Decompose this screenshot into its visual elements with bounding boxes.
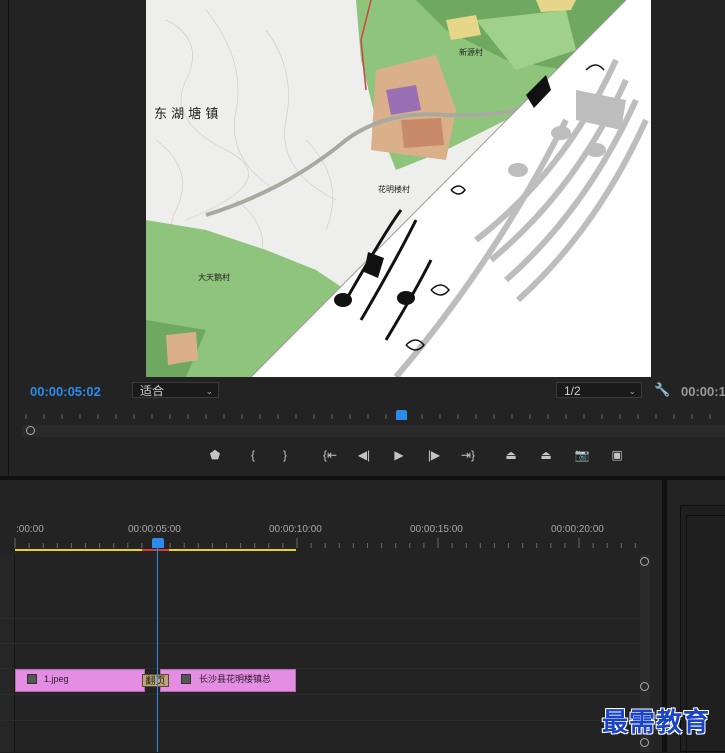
track-separator: [0, 643, 640, 644]
go-to-out-icon[interactable]: ⇥}: [457, 446, 479, 464]
image-clip-icon: [181, 674, 191, 684]
timeline-ruler[interactable]: [14, 538, 640, 554]
time-label: 00:00:20:00: [551, 524, 604, 535]
chevron-down-icon: ⌄: [628, 386, 636, 396]
scroll-handle-extra[interactable]: [640, 738, 649, 747]
duration-timecode: 00:00:1: [681, 384, 725, 399]
chevron-down-icon: ⌄: [205, 386, 213, 396]
export-frame-icon[interactable]: 📷: [571, 446, 593, 464]
render-bar-transition: [142, 549, 169, 551]
preview-village-label: 新源村: [459, 47, 483, 57]
add-marker-icon[interactable]: ⬟: [204, 446, 226, 464]
preview-frame-image: 东 湖 塘 镇 新源村 花明楼村 大天鹅村: [146, 0, 651, 377]
clip-label: 长沙县花明楼镇总: [199, 674, 272, 684]
monitor-scrub-bar[interactable]: [22, 425, 725, 437]
program-preview[interactable]: 东 湖 塘 镇 新源村 花明楼村 大天鹅村: [146, 0, 651, 377]
page-turn-transition[interactable]: 翻页: [142, 674, 169, 687]
playhead-timecode[interactable]: 00:00:05:02: [30, 384, 101, 399]
scroll-handle-bottom[interactable]: [640, 682, 649, 691]
zoom-scroll-handle[interactable]: [26, 426, 35, 435]
clip-label: 1.jpeg: [44, 674, 69, 684]
time-label: 00:00:05:00: [128, 524, 181, 535]
step-back-icon[interactable]: ◀|: [353, 446, 375, 464]
timeline-panel: [0, 480, 662, 752]
resolution-value: 1/2: [564, 384, 581, 398]
track-separator: [0, 720, 640, 721]
watermark-logo: 最需教育: [602, 708, 711, 738]
play-icon[interactable]: ▶: [388, 446, 410, 464]
preview-town-label: 东 湖 塘 镇: [154, 106, 218, 122]
mark-in-icon[interactable]: {: [242, 446, 264, 464]
track-header-column: [0, 555, 15, 752]
zoom-fit-value: 适合: [140, 384, 165, 398]
go-to-in-icon[interactable]: {⇤: [319, 446, 341, 464]
track-separator: [0, 618, 640, 619]
monitor-time-ruler[interactable]: [22, 406, 725, 420]
image-clip-icon: [27, 674, 37, 684]
timeline-playhead-handle[interactable]: [152, 538, 164, 548]
timeline-playhead-line[interactable]: [157, 548, 158, 752]
time-label: :00:00: [16, 524, 44, 535]
scroll-handle-top[interactable]: [640, 557, 649, 566]
step-forward-icon[interactable]: |▶: [423, 446, 445, 464]
playback-resolution-dropdown[interactable]: 1/2 ⌄: [556, 382, 642, 398]
time-label: 00:00:10:00: [269, 524, 322, 535]
mark-out-icon[interactable]: }: [274, 446, 296, 464]
zoom-fit-dropdown[interactable]: 适合 ⌄: [132, 382, 219, 398]
time-label: 00:00:15:00: [410, 524, 463, 535]
track-separator: [0, 694, 640, 695]
wrench-settings-icon[interactable]: 🔧: [654, 382, 670, 398]
clip-1-jpeg[interactable]: 1.jpeg: [15, 669, 145, 692]
monitor-playhead[interactable]: [396, 410, 407, 420]
comparison-view-icon[interactable]: ▣: [606, 446, 628, 464]
panel-edge: [8, 0, 9, 476]
lift-icon[interactable]: ⏏: [500, 446, 522, 464]
preview-village-label: 大天鹅村: [198, 272, 230, 282]
extract-icon[interactable]: ⏏: [535, 446, 557, 464]
clip-2-map[interactable]: 长沙县花明楼镇总: [160, 669, 296, 692]
preview-village-label: 花明楼村: [378, 184, 410, 194]
